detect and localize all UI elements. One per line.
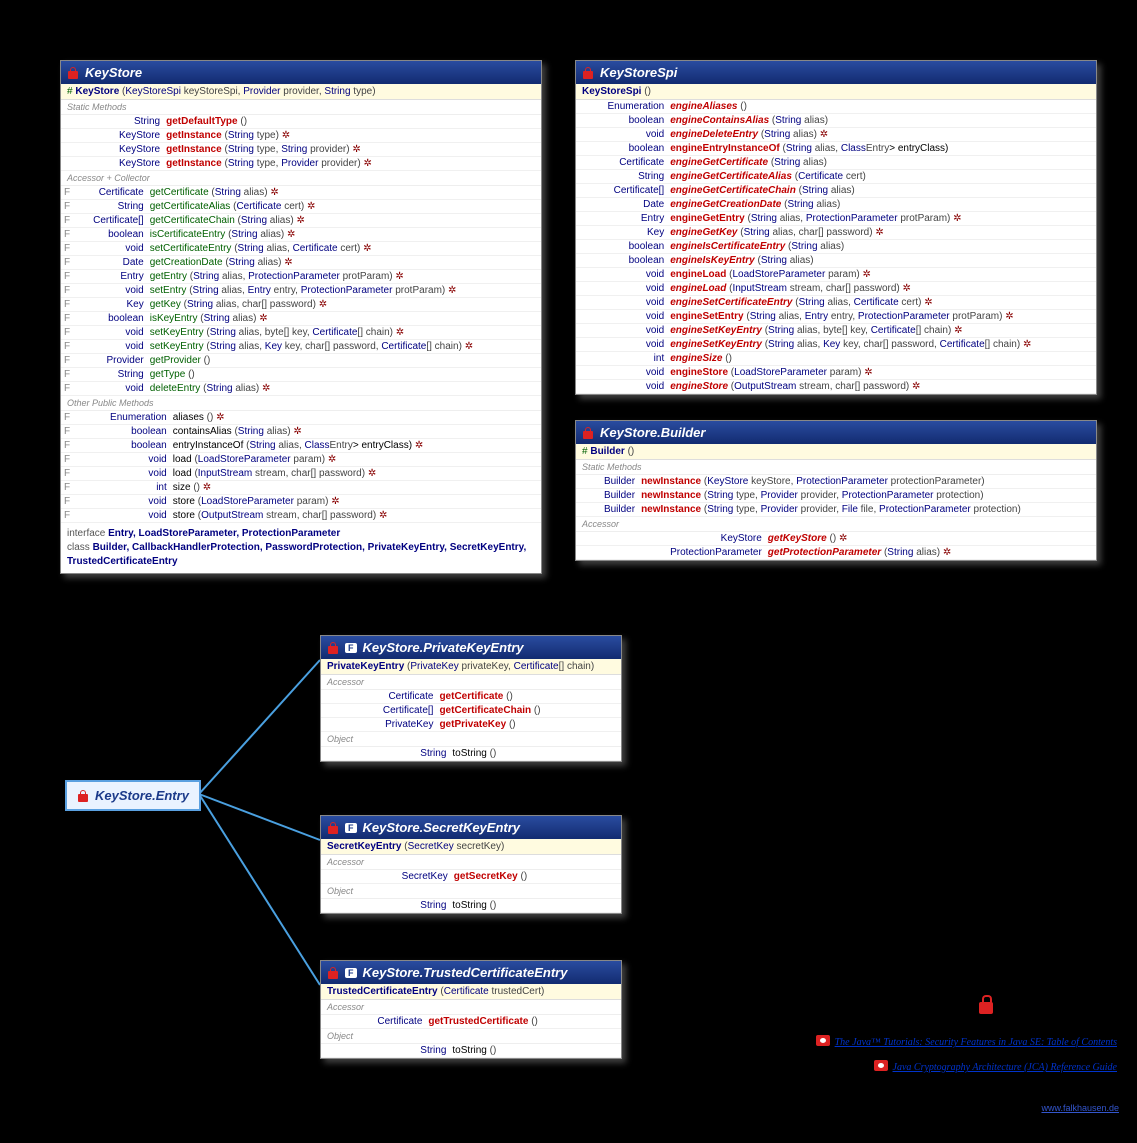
- method-row: FCertificate[]getCertificateChain (Strin…: [61, 214, 541, 228]
- lock-icon: [977, 994, 995, 1016]
- class-title: KeyStore: [85, 65, 142, 80]
- class-keystorespi: KeyStoreSpi KeyStoreSpi () Enumerationen…: [575, 60, 1097, 395]
- tutorial-link[interactable]: The Java™ Tutorials: Security Features i…: [816, 1035, 1117, 1048]
- method-row: FvoidsetCertificateEntry (String alias, …: [61, 242, 541, 256]
- class-trustedcertentry: FKeyStore.TrustedCertificateEntry Truste…: [320, 960, 622, 1059]
- interface-name: KeyStore.Entry: [95, 788, 189, 803]
- credit-link[interactable]: www.falkhausen.de: [1041, 1103, 1119, 1113]
- section-accessor: Accessor + Collector: [61, 171, 541, 186]
- lock-icon: [327, 966, 339, 980]
- method-row: voidengineSetEntry (String alias, Entry …: [576, 310, 1096, 324]
- method-row: BuildernewInstance (String type, Provide…: [576, 503, 1096, 517]
- method-row: EnumerationengineAliases (): [576, 100, 1096, 114]
- method-row: CertificateengineGetCertificate (String …: [576, 156, 1096, 170]
- jca-link[interactable]: Java Cryptography Architecture (JCA) Ref…: [874, 1060, 1117, 1073]
- method-row: FStringgetType (): [61, 368, 541, 382]
- method-row: FbooleanentryInstanceOf (String alias, C…: [61, 439, 541, 453]
- method-row: KeyengineGetKey (String alias, char[] pa…: [576, 226, 1096, 240]
- oracle-icon: [874, 1060, 888, 1071]
- method-row: KeyStoregetKeyStore () ✲: [576, 532, 1096, 546]
- class-footer: interface Entry, LoadStoreParameter, Pro…: [61, 523, 541, 573]
- method-row: KeyStoregetInstance (String type, Provid…: [61, 157, 541, 171]
- method-row: StringgetDefaultType (): [61, 115, 541, 129]
- method-row: FbooleancontainsAlias (String alias) ✲: [61, 425, 541, 439]
- method-row: KeyStoregetInstance (String type) ✲: [61, 129, 541, 143]
- method-row: voidengineStore (LoadStoreParameter para…: [576, 366, 1096, 380]
- method-row: Fvoidload (LoadStoreParameter param) ✲: [61, 453, 541, 467]
- package-label: java.security: [977, 992, 1117, 1018]
- method-row: booleanengineEntryInstanceOf (String ali…: [576, 142, 1096, 156]
- method-row: BuildernewInstance (String type, Provide…: [576, 489, 1096, 503]
- lock-icon: [582, 426, 594, 440]
- method-row: FvoidsetEntry (String alias, Entry entry…: [61, 284, 541, 298]
- lock-icon: [327, 821, 339, 835]
- method-row: booleanengineIsKeyEntry (String alias): [576, 254, 1096, 268]
- method-row: FDategetCreationDate (String alias) ✲: [61, 256, 541, 270]
- class-builder: KeyStore.Builder # Builder () Static Met…: [575, 420, 1097, 561]
- class-title: KeyStore.TrustedCertificateEntry: [363, 965, 568, 980]
- method-row: booleanengineContainsAlias (String alias…: [576, 114, 1096, 128]
- method-row: StringtoString (): [321, 747, 621, 761]
- method-row: voidengineLoad (LoadStoreParameter param…: [576, 268, 1096, 282]
- method-row: StringtoString (): [321, 1044, 621, 1058]
- method-row: FbooleanisCertificateEntry (String alias…: [61, 228, 541, 242]
- ctor-params-pke: (PrivateKey privateKey, Certificate[] ch…: [407, 661, 594, 672]
- ctor-params-tce: (Certificate trustedCert): [440, 986, 544, 997]
- method-row: DateengineGetCreationDate (String alias): [576, 198, 1096, 212]
- method-row: Certificate[]getCertificateChain (): [321, 704, 621, 718]
- section-static: Static Methods: [61, 100, 541, 115]
- method-row: FbooleanisKeyEntry (String alias) ✲: [61, 312, 541, 326]
- method-row: BuildernewInstance (KeyStore keyStore, P…: [576, 475, 1096, 489]
- method-row: FEntrygetEntry (String alias, Protection…: [61, 270, 541, 284]
- method-row: Fvoidload (InputStream stream, char[] pa…: [61, 467, 541, 481]
- method-row: FvoidsetKeyEntry (String alias, Key key,…: [61, 340, 541, 354]
- constructor: # KeyStore (KeyStoreSpi keyStoreSpi, Pro…: [61, 84, 541, 100]
- method-row: KeyStoregetInstance (String type, String…: [61, 143, 541, 157]
- method-row: Fvoidstore (OutputStream stream, char[] …: [61, 509, 541, 523]
- class-title: KeyStore.Builder: [600, 425, 705, 440]
- lock-icon: [327, 641, 339, 655]
- method-row: booleanengineIsCertificateEntry (String …: [576, 240, 1096, 254]
- class-privatekeyentry: FKeyStore.PrivateKeyEntry PrivateKeyEntr…: [320, 635, 622, 762]
- card-header: KeyStore: [61, 61, 541, 84]
- method-row: voidengineLoad (InputStream stream, char…: [576, 282, 1096, 296]
- method-row: FProvidergetProvider (): [61, 354, 541, 368]
- method-row: Fintsize () ✲: [61, 481, 541, 495]
- method-row: voidengineSetCertificateEntry (String al…: [576, 296, 1096, 310]
- method-row: voidengineSetKeyEntry (String alias, byt…: [576, 324, 1096, 338]
- method-row: FStringgetCertificateAlias (Certificate …: [61, 200, 541, 214]
- class-title: KeyStoreSpi: [600, 65, 677, 80]
- lock-icon: [582, 66, 594, 80]
- method-row: PrivateKeygetPrivateKey (): [321, 718, 621, 732]
- ctor-params: (KeyStoreSpi keyStoreSpi, Provider provi…: [122, 86, 376, 97]
- method-row: StringengineGetCertificateAlias (Certifi…: [576, 170, 1096, 184]
- method-row: FvoiddeleteEntry (String alias) ✲: [61, 382, 541, 396]
- method-row: voidengineStore (OutputStream stream, ch…: [576, 380, 1096, 394]
- method-row: Fvoidstore (LoadStoreParameter param) ✲: [61, 495, 541, 509]
- method-row: voidengineSetKeyEntry (String alias, Key…: [576, 338, 1096, 352]
- method-row: SecretKeygetSecretKey (): [321, 870, 621, 884]
- method-row: CertificategetCertificate (): [321, 690, 621, 704]
- method-row: intengineSize (): [576, 352, 1096, 366]
- interface-keystore-entry[interactable]: KeyStore.Entry: [65, 780, 201, 811]
- lock-icon: [77, 789, 89, 803]
- method-row: Certificate[]engineGetCertificateChain (…: [576, 184, 1096, 198]
- oracle-icon: [816, 1035, 830, 1046]
- lock-icon: [67, 66, 79, 80]
- class-title: KeyStore.SecretKeyEntry: [363, 820, 521, 835]
- section-other: Other Public Methods: [61, 396, 541, 411]
- method-row: StringtoString (): [321, 899, 621, 913]
- method-row: EntryengineGetEntry (String alias, Prote…: [576, 212, 1096, 226]
- class-title: KeyStore.PrivateKeyEntry: [363, 640, 524, 655]
- method-row: FKeygetKey (String alias, char[] passwor…: [61, 298, 541, 312]
- method-row: voidengineDeleteEntry (String alias) ✲: [576, 128, 1096, 142]
- method-row: FvoidsetKeyEntry (String alias, byte[] k…: [61, 326, 541, 340]
- ctor-params-ske: (SecretKey secretKey): [404, 841, 504, 852]
- class-keystore: KeyStore # KeyStore (KeyStoreSpi keyStor…: [60, 60, 542, 574]
- method-row: CertificategetTrustedCertificate (): [321, 1015, 621, 1029]
- method-row: ProtectionParametergetProtectionParamete…: [576, 546, 1096, 560]
- method-row: FCertificategetCertificate (String alias…: [61, 186, 541, 200]
- class-secretkeyentry: FKeyStore.SecretKeyEntry SecretKeyEntry …: [320, 815, 622, 914]
- method-row: FEnumerationaliases () ✲: [61, 411, 541, 425]
